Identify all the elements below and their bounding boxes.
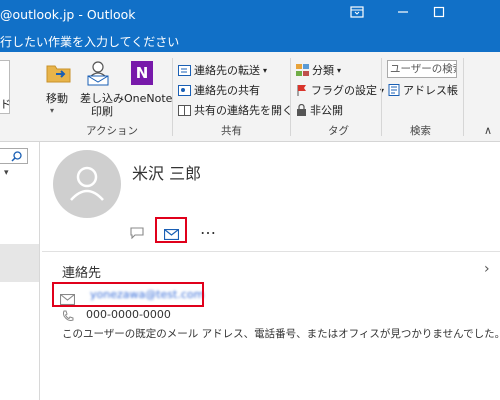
chevron-down-icon: ▾ [263, 65, 268, 75]
info-note: このユーザーの既定のメール アドレス、電話番号、またはオフィスが見つかりませんで… [62, 328, 500, 340]
forward-contact-label: 連絡先の転送 [194, 64, 260, 77]
action-group-label: アクション [86, 125, 138, 137]
section-divider [42, 251, 500, 252]
minimize-icon[interactable] [384, 0, 422, 30]
search-group-label: 検索 [410, 125, 431, 137]
divider [172, 58, 173, 136]
share-contact-label: 連絡先の共有 [194, 84, 260, 97]
chevron-down-icon[interactable]: ▾ [50, 106, 54, 115]
forward-contact-button[interactable]: 連絡先の転送 ▾ [178, 62, 267, 78]
phone-number[interactable]: 000-0000-0000 [86, 308, 171, 321]
lock-icon [297, 104, 306, 116]
contact-section-title: 連絡先 [62, 266, 102, 281]
flag-icon [297, 85, 306, 96]
divider [381, 58, 382, 136]
divider [463, 58, 464, 136]
open-shared-label: 共有の連絡先を開く [194, 104, 293, 117]
share-contact-button[interactable]: 連絡先の共有 [178, 82, 260, 98]
address-book-label: アドレス帳 [403, 84, 458, 97]
move-button[interactable]: 移動 [46, 92, 68, 105]
avatar [53, 150, 121, 218]
phone-icon [62, 307, 74, 326]
mail-merge-button[interactable]: 差し込み 印刷 [80, 92, 124, 118]
tags-group-label: タグ [328, 125, 349, 137]
person-icon [70, 166, 104, 201]
selected-contact-item[interactable] [0, 244, 39, 282]
tell-me-input[interactable]: 行したい作業を入力してください [0, 33, 179, 50]
private-label: 非公開 [310, 104, 343, 117]
ribbon-display-icon[interactable] [338, 0, 376, 30]
mail-merge-icon[interactable] [84, 60, 112, 90]
address-book-button[interactable]: アドレス帳 [388, 82, 458, 98]
chevron-right-icon[interactable]: › [484, 261, 490, 277]
categorize-button[interactable]: 分類 ▾ [296, 62, 341, 78]
onenote-button[interactable]: OneNote [124, 92, 172, 105]
contact-name: 米沢 三郎 [132, 164, 202, 183]
move-icon[interactable] [46, 62, 72, 88]
search-box[interactable] [0, 148, 28, 164]
divider [290, 58, 291, 136]
mail-merge-label: 差し込み [80, 92, 124, 105]
share-contact-icon [178, 84, 191, 96]
categorize-label: 分類 [312, 64, 334, 77]
search-icon [11, 151, 22, 162]
mail-button-highlight [155, 217, 187, 243]
open-shared-contacts-button[interactable]: 共有の連絡先を開く [178, 102, 293, 118]
email-highlight [52, 282, 204, 307]
window-title: @outlook.jp - Outlook [0, 7, 136, 22]
address-book-icon [388, 84, 400, 96]
share-group-label: 共有 [221, 125, 242, 137]
print-label: 印刷 [91, 105, 113, 118]
partial-label: ド [0, 98, 11, 111]
categorize-icon [296, 64, 309, 76]
chevron-down-icon[interactable]: ▾ [4, 168, 9, 178]
follow-up-button[interactable]: フラグの設定 ▾ [296, 82, 384, 98]
collapse-ribbon-icon[interactable]: ∧ [484, 124, 492, 137]
maximize-icon[interactable] [420, 0, 458, 30]
title-bar: @outlook.jp - Outlook [0, 0, 500, 30]
more-options-icon[interactable]: … [200, 219, 217, 238]
ribbon: ド 移動 ▾ 差し込み 印刷 N OneNote アクション 連絡先の転送 ▾ … [0, 52, 500, 142]
onenote-icon[interactable]: N [131, 61, 153, 85]
chevron-down-icon: ▾ [337, 65, 342, 75]
im-icon[interactable] [130, 224, 144, 243]
tell-me-bar[interactable]: 行したい作業を入力してください [0, 30, 500, 52]
follow-up-label: フラグの設定 [311, 84, 377, 97]
open-shared-icon [178, 104, 191, 116]
private-button[interactable]: 非公開 [296, 102, 343, 118]
forward-contact-icon [178, 64, 191, 76]
search-people-input[interactable]: ユーザーの検索 [387, 60, 457, 78]
left-pane: ▾ [0, 142, 40, 400]
